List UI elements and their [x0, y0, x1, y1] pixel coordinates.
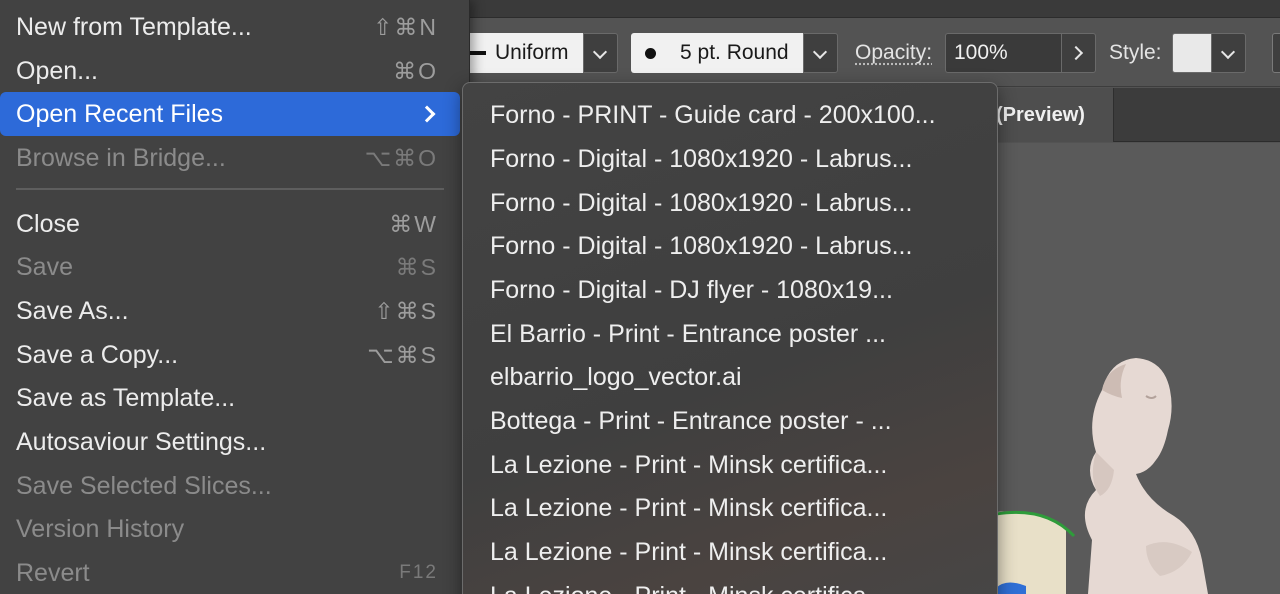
stroke-profile-select[interactable]: Uniform: [466, 33, 583, 73]
menu-item-label: New from Template...: [16, 13, 252, 41]
recent-file-item[interactable]: Forno - Digital - 1080x1920 - Labrus...: [490, 137, 990, 181]
recent-file-item[interactable]: Bottega - Print - Entrance poster - ...: [490, 399, 990, 443]
menu-item-label: Save As...: [16, 297, 129, 325]
menu-item-shortcut: ⇧⌘S: [374, 298, 438, 324]
chevron-down-icon: [1220, 44, 1236, 60]
opacity-arrow-button[interactable]: [1061, 33, 1096, 73]
menu-item-shortcut: ⌘S: [395, 254, 438, 280]
menu-item-label: Save: [16, 253, 73, 281]
menu-separator: [16, 188, 444, 190]
recent-file-item[interactable]: La Lezione - Print - Minsk certifica...: [490, 486, 990, 530]
stroke-profile-label: Uniform: [495, 41, 569, 64]
control-bar-overflow-button[interactable]: [1272, 33, 1280, 73]
menu-item-shortcut: ⌘O: [393, 58, 438, 84]
menu-item-revert: Revert F12: [0, 551, 460, 594]
menu-item-label: Version History: [16, 515, 185, 543]
menu-item-label: Revert: [16, 559, 90, 587]
statue-artwork: [996, 358, 1208, 594]
menu-item-browse-in-bridge: Browse in Bridge... ⌥⌘O: [0, 136, 460, 180]
menu-item-label: Open Recent Files: [16, 100, 224, 128]
menu-item-shortcut: ⌥⌘O: [364, 145, 438, 171]
submenu-arrow-icon: [418, 105, 436, 123]
chevron-down-icon: [592, 44, 608, 60]
file-menu: New from Template... ⇧⌘N Open... ⌘O Open…: [0, 0, 470, 594]
brush-dropdown-button[interactable]: [803, 33, 838, 73]
recent-file-item[interactable]: La Lezione - Print - Minsk certifica...: [490, 443, 990, 487]
stroke-profile-dropdown-button[interactable]: [583, 33, 618, 73]
brush-label: 5 pt. Round: [680, 41, 789, 64]
chevron-down-icon: [812, 44, 828, 60]
menu-item-new-from-template[interactable]: New from Template... ⇧⌘N: [0, 5, 460, 49]
menu-item-label: Open...: [16, 57, 98, 85]
recent-files-submenu: Forno - PRINT - Guide card - 200x100... …: [462, 82, 998, 594]
recent-file-item[interactable]: La Lezione - Print - Minsk certifica...: [490, 574, 990, 594]
brush-definition-select[interactable]: 5 pt. Round: [631, 33, 803, 73]
recent-file-item[interactable]: elbarrio_logo_vector.ai: [490, 355, 990, 399]
menu-item-save: Save ⌘S: [0, 245, 460, 289]
style-dropdown-button[interactable]: [1211, 33, 1246, 73]
menu-item-shortcut: F12: [399, 562, 438, 583]
menu-item-shortcut: ⌘W: [389, 211, 438, 237]
menu-item-label: Save as Template...: [16, 384, 236, 412]
recent-file-item[interactable]: Forno - Digital - DJ flyer - 1080x19...: [490, 268, 990, 312]
menu-item-shortcut: ⇧⌘N: [373, 14, 438, 40]
menu-item-close[interactable]: Close ⌘W: [0, 202, 460, 246]
recent-file-item[interactable]: Forno - PRINT - Guide card - 200x100...: [490, 93, 990, 137]
menu-item-save-as-template[interactable]: Save as Template...: [0, 376, 460, 420]
brush-dot-icon: [645, 48, 656, 59]
menu-item-label: Autosaviour Settings...: [16, 428, 267, 456]
recent-file-item[interactable]: Forno - Digital - 1080x1920 - Labrus...: [490, 181, 990, 225]
style-swatch[interactable]: [1172, 33, 1212, 73]
menu-item-autosave-settings[interactable]: Autosaviour Settings...: [0, 420, 460, 464]
menu-item-label: Save Selected Slices...: [16, 472, 272, 500]
menu-item-shortcut: ⌥⌘S: [367, 342, 438, 368]
chevron-right-icon: [1068, 45, 1084, 61]
document-tab[interactable]: (Preview): [996, 88, 1114, 142]
opacity-label[interactable]: Opacity:: [855, 33, 932, 73]
menu-item-label: Save a Copy...: [16, 341, 179, 369]
opacity-input[interactable]: 100%: [945, 33, 1062, 73]
menu-item-save-as[interactable]: Save As... ⇧⌘S: [0, 289, 460, 333]
menu-item-open-recent-files[interactable]: Open Recent Files: [0, 92, 460, 136]
recent-file-item[interactable]: La Lezione - Print - Minsk certifica...: [490, 530, 990, 574]
recent-file-item[interactable]: El Barrio - Print - Entrance poster ...: [490, 312, 990, 356]
menu-item-label: Browse in Bridge...: [16, 144, 226, 172]
recent-file-item[interactable]: Forno - Digital - 1080x1920 - Labrus...: [490, 224, 990, 268]
menu-item-label: Close: [16, 210, 80, 238]
menu-item-open[interactable]: Open... ⌘O: [0, 49, 460, 93]
style-label: Style:: [1109, 41, 1162, 64]
menu-item-save-a-copy[interactable]: Save a Copy... ⌥⌘S: [0, 333, 460, 377]
document-tab-title: (Preview): [996, 104, 1085, 126]
menu-item-save-selected-slices: Save Selected Slices...: [0, 464, 460, 508]
menu-item-version-history: Version History: [0, 507, 460, 551]
